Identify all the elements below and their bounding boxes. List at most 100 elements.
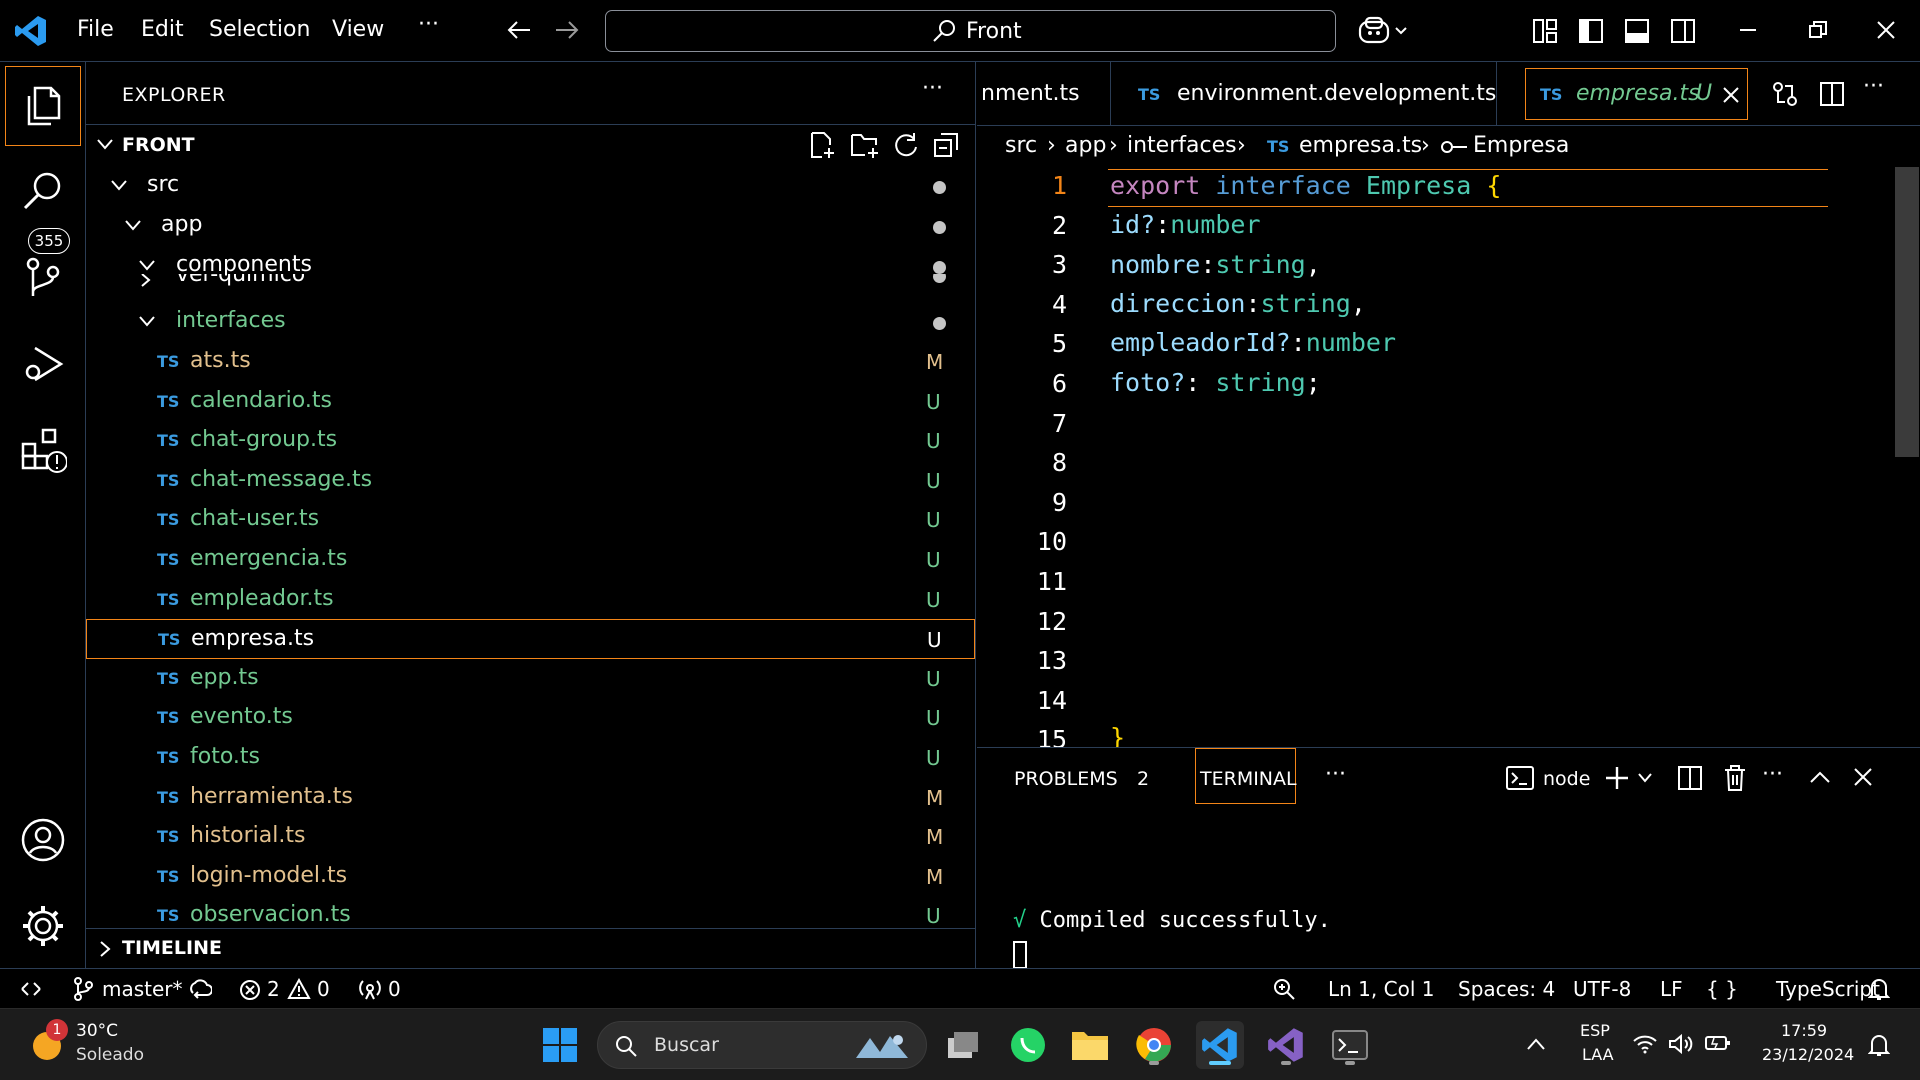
end-of-line[interactable]: LF bbox=[1660, 977, 1683, 1001]
refresh-icon[interactable] bbox=[892, 131, 920, 159]
restore-icon[interactable] bbox=[1808, 20, 1828, 40]
weather-temp[interactable]: 30°C bbox=[76, 1021, 118, 1041]
breadcrumb-interfaces[interactable]: interfaces bbox=[1127, 133, 1237, 158]
copilot-icon[interactable] bbox=[1358, 16, 1410, 46]
new-folder-icon[interactable] bbox=[850, 131, 880, 159]
tree-folder-src[interactable]: src bbox=[86, 166, 975, 206]
tree-file-calendario-ts[interactable]: TS calendario.ts U bbox=[86, 382, 975, 422]
maximize-panel-icon[interactable] bbox=[1809, 770, 1831, 784]
tree-file-empleador-ts[interactable]: TS empleador.ts U bbox=[86, 580, 975, 620]
tree-file-emergencia-ts[interactable]: TS emergencia.ts U bbox=[86, 540, 975, 580]
code-editor[interactable]: 1 2 3 4 5 6 7 8 9 10 11 12 13 14 15 export interface E… bbox=[977, 167, 1920, 747]
tree-file-historial-ts[interactable]: TS historial.ts M bbox=[86, 817, 975, 857]
error-count[interactable]: 2 bbox=[267, 977, 280, 1001]
accounts-activity[interactable] bbox=[0, 800, 86, 880]
close-tab-icon[interactable] bbox=[1722, 86, 1740, 104]
taskbar-terminal[interactable] bbox=[1326, 1021, 1374, 1069]
section-header-front[interactable]: FRONT bbox=[86, 124, 975, 164]
breadcrumb-symbol[interactable]: Empresa bbox=[1473, 133, 1569, 158]
tree-file-login-model-ts[interactable]: TS login-model.ts M bbox=[86, 857, 975, 897]
explorer-activity[interactable] bbox=[5, 66, 81, 146]
toggle-panel-icon[interactable] bbox=[1624, 18, 1650, 44]
taskbar-chrome[interactable] bbox=[1130, 1021, 1178, 1069]
split-terminal-icon[interactable] bbox=[1677, 765, 1703, 791]
split-editor-icon[interactable] bbox=[1819, 81, 1845, 107]
minimize-icon[interactable] bbox=[1738, 28, 1758, 32]
battery-icon[interactable] bbox=[1704, 1033, 1732, 1053]
toggle-secondary-sidebar-icon[interactable] bbox=[1670, 18, 1696, 44]
tree-file-herramienta-ts[interactable]: TS herramienta.ts M bbox=[86, 778, 975, 818]
language-indicator-bottom[interactable]: LAA bbox=[1582, 1045, 1614, 1064]
taskbar-search[interactable]: Buscar bbox=[597, 1021, 927, 1069]
tree-file-chat-user-ts[interactable]: TS chat-user.ts U bbox=[86, 500, 975, 540]
forward-arrow-icon[interactable] bbox=[554, 18, 580, 42]
tree-file-evento-ts[interactable]: TS evento.ts U bbox=[86, 698, 975, 738]
git-branch-icon[interactable] bbox=[72, 977, 94, 1001]
close-window-icon[interactable] bbox=[1876, 20, 1896, 40]
git-branch-label[interactable]: master* bbox=[102, 977, 183, 1001]
weather-desc[interactable]: Soleado bbox=[76, 1045, 144, 1065]
breadcrumb-file[interactable]: empresa.ts bbox=[1299, 133, 1422, 158]
taskbar-task-view[interactable] bbox=[940, 1021, 988, 1069]
language-mode[interactable]: TypeScript bbox=[1776, 977, 1880, 1001]
manage-activity[interactable] bbox=[0, 886, 86, 966]
tree-file-chat-message-ts[interactable]: TS chat-message.ts U bbox=[86, 461, 975, 501]
warning-icon[interactable] bbox=[287, 978, 311, 1000]
chevron-down-icon[interactable] bbox=[1637, 772, 1653, 784]
taskbar-visual-studio[interactable] bbox=[1262, 1021, 1310, 1069]
tree-file-epp-ts[interactable]: TS epp.ts U bbox=[86, 659, 975, 699]
clock-time[interactable]: 17:59 bbox=[1781, 1021, 1827, 1040]
search-activity[interactable] bbox=[0, 152, 86, 232]
taskbar-file-explorer[interactable] bbox=[1066, 1021, 1114, 1069]
tab-environment-development-ts[interactable]: TS environment.development.ts bbox=[1111, 62, 1497, 125]
tree-folder-ver-quimico[interactable]: ver-quimico bbox=[86, 274, 975, 294]
panel-more-button[interactable]: ··· bbox=[1325, 762, 1346, 787]
cursor-position[interactable]: Ln 1, Col 1 bbox=[1328, 977, 1434, 1001]
back-arrow-icon[interactable] bbox=[506, 18, 532, 42]
open-changes-icon[interactable] bbox=[1771, 80, 1799, 108]
section-header-timeline[interactable]: TIMELINE bbox=[86, 928, 975, 968]
collapse-all-icon[interactable] bbox=[932, 131, 960, 159]
tree-file-chat-group-ts[interactable]: TS chat-group.ts U bbox=[86, 421, 975, 461]
ports-count[interactable]: 0 bbox=[388, 977, 401, 1001]
menu-selection[interactable]: Selection bbox=[209, 17, 310, 42]
tab-terminal[interactable]: TERMINAL bbox=[1195, 748, 1297, 804]
new-terminal-icon[interactable] bbox=[1604, 765, 1630, 791]
editor-more-button[interactable]: ··· bbox=[1863, 74, 1884, 99]
remote-icon[interactable] bbox=[20, 979, 42, 999]
new-file-icon[interactable] bbox=[808, 131, 836, 159]
bell-icon[interactable] bbox=[1868, 977, 1890, 1001]
indentation[interactable]: Spaces: 4 bbox=[1458, 977, 1555, 1001]
clock-date[interactable]: 23/12/2024 bbox=[1762, 1045, 1854, 1064]
tree-file-ats-ts[interactable]: TS ats.ts M bbox=[86, 342, 975, 382]
breadcrumb-app[interactable]: app bbox=[1065, 133, 1106, 158]
breadcrumb-src[interactable]: src bbox=[1005, 133, 1037, 158]
terminal-shell-name[interactable]: node bbox=[1543, 768, 1590, 790]
tree-folder-interfaces[interactable]: interfaces bbox=[86, 302, 975, 342]
customize-layout-icon[interactable] bbox=[1532, 18, 1558, 44]
menu-edit[interactable]: Edit bbox=[141, 17, 184, 42]
tree-file-empresa-ts[interactable]: TS empresa.ts U bbox=[86, 619, 975, 660]
command-center-search[interactable]: Front bbox=[605, 10, 1336, 52]
tab-environment-ts[interactable]: nment.ts bbox=[977, 62, 1111, 125]
start-button[interactable] bbox=[536, 1021, 584, 1069]
tree-file-foto-ts[interactable]: TS foto.ts U bbox=[86, 738, 975, 778]
ports-icon[interactable] bbox=[358, 978, 382, 1000]
explorer-more-button[interactable]: ··· bbox=[922, 76, 943, 101]
sync-icon[interactable] bbox=[188, 979, 212, 999]
close-panel-icon[interactable] bbox=[1853, 767, 1873, 787]
tab-empresa-ts[interactable]: TS empresa.ts U bbox=[1525, 68, 1748, 120]
editor-scrollbar[interactable] bbox=[1895, 167, 1919, 457]
language-brackets-icon[interactable]: { } bbox=[1706, 977, 1738, 1001]
toggle-primary-sidebar-icon[interactable] bbox=[1578, 18, 1604, 44]
taskbar-whatsapp[interactable] bbox=[1004, 1021, 1052, 1069]
notification-bell-icon[interactable] bbox=[1868, 1033, 1890, 1057]
menu-file[interactable]: File bbox=[77, 17, 114, 42]
extensions-activity[interactable] bbox=[0, 410, 86, 490]
tab-problems[interactable]: PROBLEMS bbox=[1014, 768, 1118, 790]
tree-folder-app[interactable]: app bbox=[86, 206, 975, 246]
language-indicator-top[interactable]: ESP bbox=[1580, 1021, 1610, 1040]
wifi-icon[interactable] bbox=[1632, 1033, 1658, 1055]
zoom-icon[interactable] bbox=[1272, 977, 1296, 1001]
run-debug-activity[interactable] bbox=[0, 324, 86, 404]
